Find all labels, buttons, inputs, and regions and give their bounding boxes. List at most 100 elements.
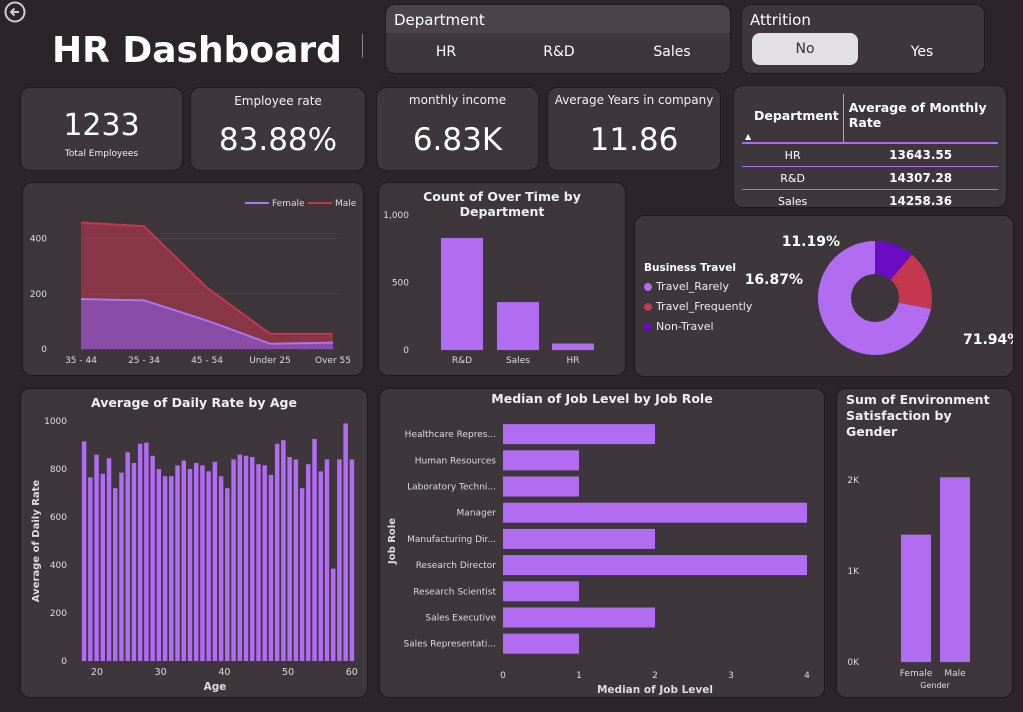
y-tick-label: Research Scientist [413,587,496,597]
bar [503,424,655,445]
y-tick-label: 1K [847,567,860,577]
bar [901,534,931,662]
table-cell-dept: R&D [780,171,805,185]
y-tick-label: 0 [403,346,409,356]
slicer-item-hr[interactable]: HR [416,44,476,60]
bar [441,237,483,350]
attrition-slicer: Attrition No Yes [741,4,985,74]
bar [268,475,274,661]
bar [503,528,655,549]
y-axis-title: Average of Daily Rate [31,480,42,603]
x-tick-label: 1 [576,671,582,681]
bar [299,488,305,661]
x-tick-label: Sales [506,356,530,366]
bar [503,502,807,523]
slicer-item-yes[interactable]: Yes [892,44,952,60]
bar [113,488,118,661]
bar [131,463,137,661]
y-tick-label: 2K [847,476,860,486]
x-tick-label: Under 25 [249,356,291,366]
x-axis-title: Gender [920,681,950,690]
y-tick-label: 1000 [44,417,67,427]
table-cell-dept: Sales [777,194,808,208]
legend-label-male: Male [335,199,357,209]
bar [100,473,106,661]
bar [343,423,348,661]
y-tick-label: 200 [30,290,47,300]
bar [162,476,168,661]
x-tick-label: R&D [452,356,472,366]
dept-table: Department ▲ Average of Monthly Rate HR … [742,94,998,212]
bar [106,458,112,661]
y-tick-label: Sales Representati... [403,640,496,650]
table-cell-value: 13643.55 [889,148,953,162]
x-tick-label: 35 - 44 [65,356,97,366]
y-tick-label: Human Resources [415,456,497,466]
y-tick-label: Sales Executive [425,614,496,624]
bar [88,477,93,661]
x-tick-label: 50 [282,667,294,678]
env-satisfaction-chart-svg: 0K 1K 2K Female Male Gender [847,476,970,690]
y-tick-label: 0 [61,657,67,667]
job-level-chart-svg: Healthcare Repres... Human Resources Labor… [387,424,810,696]
donut-data-label: 16.87% [745,272,803,288]
bar [503,555,807,576]
slicer-item-rd[interactable]: R&D [529,44,589,60]
bar [237,454,243,661]
x-tick-label: 20 [91,667,103,678]
business-travel-chart: Business Travel Travel_Rarely Travel_Fre… [634,215,1014,377]
table-row: HR 13643.55 [742,143,998,167]
kpi-avg-years-label: Average Years in company [554,93,714,107]
bar [503,633,579,654]
bar [274,443,280,661]
kpi-employee-rate: Employee rate 83.88% [190,87,366,171]
slicer-item-sales[interactable]: Sales [642,44,702,60]
x-tick-label: Female [900,669,933,679]
sort-up-icon: ▲ [745,132,752,141]
table-header-avg-monthly-rate[interactable]: Average of Monthly Rate [843,94,998,143]
y-tick-label: 600 [50,513,67,523]
y-tick-label: Manufacturing Dir... [407,535,496,545]
legend-label-female: Female [272,199,305,209]
bar [137,443,143,661]
bar [144,442,149,661]
kpi-total-label: Total Employees [64,149,139,159]
y-tick-label: Research Director [416,561,497,571]
y-tick-label: 1,000 [383,211,409,221]
table-row: R&D 14307.28 [742,167,998,190]
x-tick-label: Over 55 [315,356,351,366]
x-tick-label: 25 - 34 [128,356,160,366]
bar [312,439,317,661]
x-tick-label: HR [566,356,579,366]
bar [262,465,267,661]
y-tick-label: 200 [50,609,67,619]
y-tick-label: 0 [41,345,47,355]
table-header-department[interactable]: Department ▲ [742,94,844,143]
table-cell-value: 14258.36 [889,194,953,208]
bar [349,459,355,661]
dept-monthly-rate-table: Department ▲ Average of Monthly Rate HR … [733,85,1007,208]
bar [156,469,162,661]
bar [125,452,130,661]
x-tick-label: 60 [346,667,358,678]
bar [81,441,87,661]
x-tick-label: Male [944,669,966,679]
y-tick-label: 800 [50,465,67,475]
back-button[interactable] [4,1,26,23]
bar [231,459,236,661]
area-chart-svg: 0 200 400 35 - 44 25 - 34 45 - 54 Under 25 Over… [30,199,357,366]
slicer-item-no[interactable]: No [752,33,858,65]
department-slicer-title: Department [394,11,485,29]
x-tick-label: 40 [218,667,230,678]
bar [119,472,124,661]
x-tick-label: 4 [804,671,810,681]
bar [169,476,174,661]
bar [940,477,970,662]
bar [200,465,205,661]
bar [318,471,323,661]
donut-data-label: 71.94% [963,332,1013,348]
page-title: HR Dashboard [52,30,342,71]
x-axis-title: Age [204,681,227,693]
table-cell-dept: HR [784,148,801,162]
bar [330,568,336,661]
